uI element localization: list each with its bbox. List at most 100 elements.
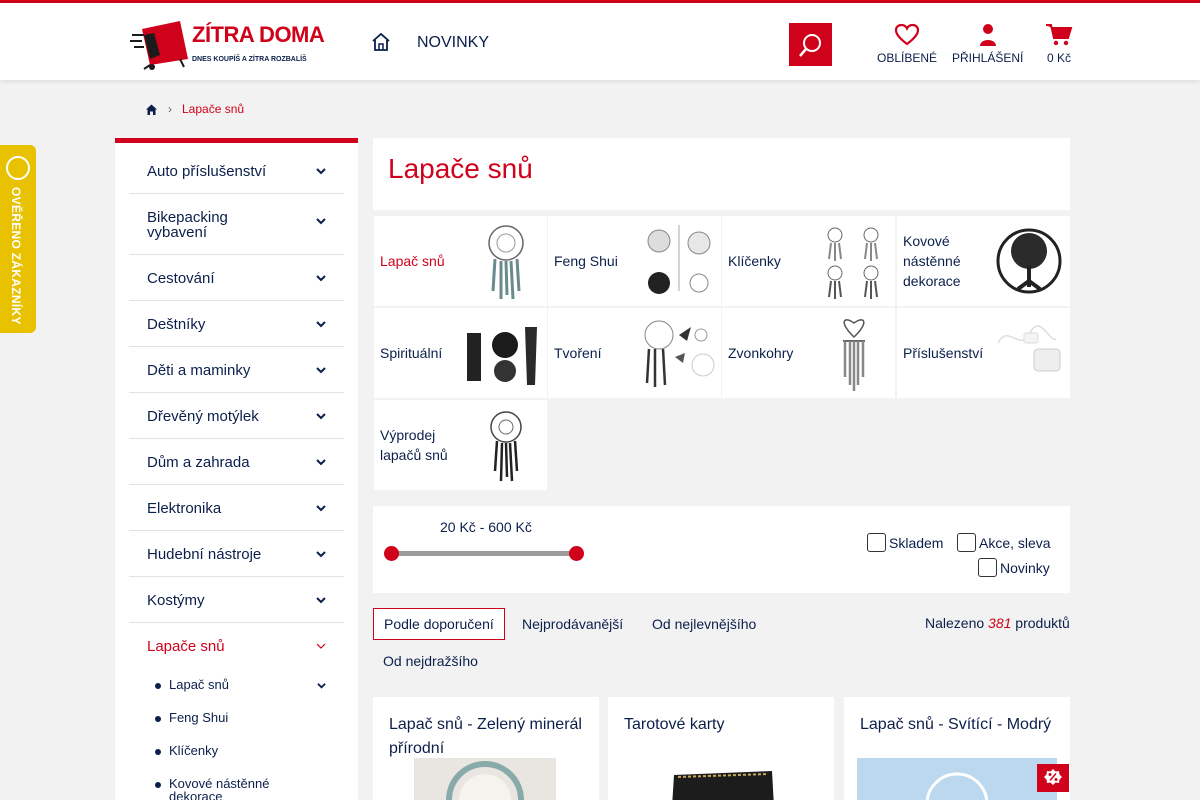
checkbox-box[interactable] (978, 558, 997, 577)
wind-chime-image-icon (843, 319, 865, 391)
sidebar-item-cestovani[interactable]: Cestování (129, 255, 344, 301)
product-image (672, 771, 774, 800)
chevron-down-icon (316, 412, 326, 419)
tile-label: Zvonkohry (728, 345, 794, 361)
results-number: 381 (988, 615, 1012, 631)
cart-icon (1046, 24, 1073, 46)
tile-label: Výprodej lapačů snů (380, 427, 448, 463)
sidebar-item-bikepacking[interactable]: Bikepacking vybavení (129, 194, 344, 255)
chevron-down-icon (316, 218, 326, 225)
favorites-button[interactable]: OBLÍBENÉ (877, 23, 937, 65)
chevron-down-icon (316, 458, 326, 465)
led-string-image-icon (997, 325, 1061, 372)
search-button[interactable] (789, 23, 832, 66)
tile-zvonkohry[interactable]: Zvonkohry (722, 308, 895, 398)
sale-label: Akce, sleva (979, 534, 1051, 551)
login-button[interactable]: PŘIHLÁŠENÍ (952, 23, 1023, 65)
product-card[interactable]: Lapač snů - Svítící - Modrý (844, 697, 1070, 800)
sidebar-item-deti[interactable]: Děti a maminky (129, 347, 344, 393)
sidebar-item-label: Hudební nástroje (147, 546, 262, 563)
heart-icon (894, 23, 920, 46)
sidebar-item-auto[interactable]: Auto příslušenství (129, 148, 344, 194)
sort-bestselling[interactable]: Nejprodávanější (512, 608, 633, 640)
sidebar-item-destniky[interactable]: Deštníky (129, 301, 344, 347)
in-stock-checkbox[interactable]: Skladem (867, 533, 943, 552)
bullet-icon (155, 749, 161, 755)
nav-home-icon[interactable] (370, 31, 392, 53)
sort-cheapest[interactable]: Od nejlevnějšího (642, 608, 766, 640)
results-suffix: produktů (1015, 615, 1070, 631)
tile-feng-shui[interactable]: Feng Shui (548, 216, 721, 306)
cart-button[interactable]: 0 Kč (1045, 23, 1073, 65)
breadcrumb-current: Lapače snů (182, 102, 245, 116)
news-checkbox[interactable]: Novinky (978, 558, 1050, 577)
tree-of-life-image-icon (996, 228, 1062, 294)
percent-icon (1044, 769, 1062, 785)
results-count: Nalezeno 381 produktů (925, 615, 1070, 631)
tile-label: Feng Shui (554, 253, 618, 269)
results-prefix: Nalezeno (925, 615, 985, 631)
tile-klicenky[interactable]: Klíčenky (722, 216, 895, 306)
tile-lapac-snu[interactable]: Lapač snů (374, 216, 547, 306)
tile-kovove-dekorace[interactable]: Kovové nástěnné dekorace (897, 216, 1070, 306)
sidebar-item-elektronika[interactable]: Elektronika (129, 485, 344, 531)
chevron-down-icon (316, 167, 326, 174)
price-min-handle[interactable] (384, 546, 399, 561)
subcat-label: Lapač snů (169, 677, 229, 692)
chevron-down-icon (316, 596, 326, 603)
login-label: PŘIHLÁŠENÍ (952, 51, 1024, 65)
logo-tagline: DNES KOUPÍŠ A ZÍTRA ROZBALÍŠ (192, 56, 307, 63)
user-icon (979, 24, 996, 46)
sidebar-item-motylek[interactable]: Dřevěný motýlek (129, 393, 344, 439)
sidebar-item-kostymy[interactable]: Kostýmy (129, 577, 344, 623)
price-slider[interactable] (384, 546, 584, 561)
product-name: Lapač snů - Svítící - Modrý (860, 716, 1052, 733)
crafting-image-icon (644, 320, 715, 387)
product-image (857, 758, 1057, 800)
sale-checkbox[interactable]: Akce, sleva (957, 533, 1051, 552)
chevron-down-icon (316, 550, 326, 557)
page-title: Lapače snů (388, 153, 533, 184)
tile-tvoreni[interactable]: Tvoření (548, 308, 721, 398)
sidebar-item-dum[interactable]: Dům a zahrada (129, 439, 344, 485)
sort-most-expensive[interactable]: Od nejdražšího (373, 645, 488, 677)
sale-badge (1037, 764, 1069, 792)
checkbox-box[interactable] (957, 533, 976, 552)
nav-novinky-link[interactable]: NOVINKY (417, 34, 489, 52)
product-card[interactable]: Lapač snů - Zelený minerál přírodní (373, 697, 599, 800)
sidebar-item-lapace[interactable]: Lapače snů (129, 623, 344, 669)
product-name: Lapač snů - Zelený minerál přírodní (389, 716, 582, 757)
chevron-down-icon (316, 320, 326, 327)
breadcrumb: › Lapače snů (145, 102, 244, 116)
tile-label: Lapač snů (380, 253, 445, 269)
tile-label: Klíčenky (728, 253, 781, 269)
chevron-down-icon (317, 683, 326, 689)
subcat-label: Klíčenky (169, 743, 219, 758)
sidebar-item-label: Lapače snů (147, 638, 225, 655)
price-range-label: 20 Kč - 600 Kč (440, 519, 532, 535)
tile-prislusenstvi[interactable]: Příslušenství (897, 308, 1070, 398)
breadcrumb-home-icon[interactable] (145, 103, 158, 116)
breadcrumb-separator: › (168, 102, 172, 116)
verified-badge-text: OVĚŘENO ZÁKAZNÍKY (9, 187, 23, 325)
sidebar-item-label: Dřevěný motýlek (147, 408, 259, 425)
checkbox-box[interactable] (867, 533, 886, 552)
verified-customers-badge[interactable]: OVĚŘENO ZÁKAZNÍKY (0, 145, 36, 333)
spiritual-image-icon (467, 327, 537, 385)
bullet-icon (155, 782, 161, 788)
search-icon (798, 33, 821, 57)
tile-vyprodej[interactable]: Výprodej lapačů snů (374, 400, 547, 490)
bullet-icon (155, 683, 161, 689)
dreamcatcher-sale-image-icon (490, 411, 522, 482)
sidebar-item-hudebni[interactable]: Hudební nástroje (129, 531, 344, 577)
product-card[interactable]: Tarotové karty (608, 697, 834, 800)
logo[interactable]: ZÍTRA DOMA DNES KOUPÍŠ A ZÍTRA ROZBALÍŠ (130, 19, 325, 73)
in-stock-label: Skladem (889, 534, 944, 551)
tile-spiritualni[interactable]: Spirituální (374, 308, 547, 398)
price-max-handle[interactable] (569, 546, 584, 561)
favorites-label: OBLÍBENÉ (877, 51, 938, 65)
keychain-image-icon (827, 227, 879, 299)
feng-shui-image-icon (647, 225, 711, 294)
sort-recommended[interactable]: Podle doporučení (373, 608, 505, 640)
bullet-icon (155, 716, 161, 722)
